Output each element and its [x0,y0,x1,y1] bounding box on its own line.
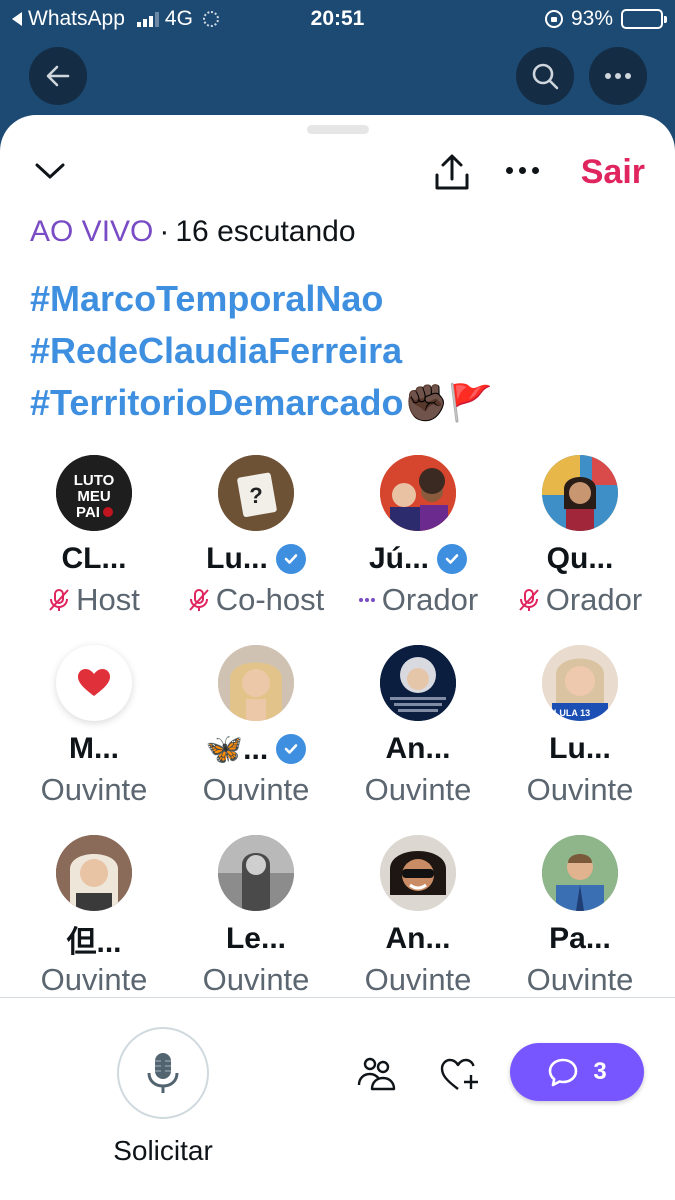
people-icon[interactable] [356,1053,396,1093]
participant-name: Jú... [368,542,429,575]
participant-role: Orador [545,582,643,617]
avatar: ? [218,455,294,531]
microphone-icon [147,1053,179,1093]
bottom-divider [0,997,675,998]
participant[interactable]: Qu... Orador [499,455,661,621]
participant[interactable]: M... Ouvinte [13,645,175,811]
svg-text:MEU: MEU [77,488,110,505]
battery-icon [621,9,667,29]
participant-name: 但... [66,926,122,959]
participant-role: Ouvinte [40,962,148,997]
leave-button[interactable]: Sair [581,153,645,192]
participant-role: Ouvinte [364,962,472,997]
participant-role: Ouvinte [202,772,310,807]
participant[interactable]: 但... Ouvinte [13,835,175,1001]
arrow-left-icon [46,65,70,87]
participant[interactable]: LUTO MEU PAI CL... Host [13,455,175,621]
avatar [380,645,456,721]
verified-badge-icon [276,734,307,764]
live-separator: · [159,215,170,248]
comments-button[interactable]: 3 [510,1043,644,1101]
avatar: LUTO MEU PAI [56,455,132,531]
back-button[interactable] [29,47,87,105]
svg-text:PAI: PAI [76,504,100,521]
participant[interactable]: Le... Ouvinte [175,835,337,1001]
avatar [542,455,618,531]
battery-percent: 93% [570,7,613,30]
svg-text:LUTO: LUTO [74,472,115,489]
avatar [380,455,456,531]
live-label: AO VIVO [30,215,154,248]
participant[interactable]: ? Lu... Co-host [175,455,337,621]
participant-role: Host [76,582,140,617]
participant-name: M... [69,732,119,765]
participant-role: Ouvinte [202,962,310,997]
more-dots-icon [605,73,631,79]
participant-role: Ouvinte [364,772,472,807]
participant[interactable]: An... Ouvinte [337,835,499,1001]
participant-role: Ouvinte [526,772,634,807]
speaking-dots-icon [358,598,375,602]
rotation-lock-icon [544,10,563,28]
avatar [542,835,618,911]
participant-name: An... [385,922,451,955]
avatar [56,835,132,911]
fist-flag-emoji: ✊🏿🚩 [403,382,494,423]
listener-count: 16 escutando [175,215,356,248]
participant[interactable]: Jú... Orador [337,455,499,621]
participant-role: Orador [381,582,479,617]
participant-name: 🦋... [205,732,269,766]
participant-name: Le... [225,922,286,955]
hashtag-link[interactable]: #RedeClaudiaFerreira [30,325,493,377]
search-icon [532,63,559,90]
hashtag-link[interactable]: #TerritorioDemarcado✊🏿🚩 [30,377,493,429]
participant-role: Ouvinte [40,772,148,807]
avatar [218,645,294,721]
svg-text:LULA 13: LULA 13 [554,708,590,718]
participant-name: An... [385,732,451,765]
participant[interactable]: LULA 13 Lu... Ouvinte [499,645,661,811]
participant-role: Co-host [215,582,325,617]
mic-off-icon [188,589,209,611]
verified-badge-icon [275,544,306,574]
heart-reaction-icon [78,669,110,696]
hashtag-link[interactable]: #MarcoTemporalNao [30,273,493,325]
participant-name: Lu... [206,542,268,575]
chevron-down-icon[interactable] [30,155,70,185]
comment-bubble-icon [549,1058,578,1087]
avatar: LULA 13 [542,645,618,721]
status-bar: WhatsApp 4G 20:51 93% [0,0,675,38]
verified-badge-icon [437,544,467,574]
space-title: #MarcoTemporalNao #RedeClaudiaFerreira #… [30,273,493,429]
participant[interactable]: 🦋... Ouvinte [175,645,337,811]
heart-plus-icon[interactable] [440,1055,480,1093]
participant-name: Qu... [546,542,614,575]
mic-off-icon [49,589,69,611]
comments-count: 3 [593,1058,607,1085]
avatar [380,835,456,911]
live-status: AO VIVO · 16 escutando [30,215,356,249]
mic-off-icon [519,589,539,611]
more-options-icon[interactable] [506,167,539,174]
avatar [56,645,132,721]
request-label: Solicitar [113,1135,213,1166]
participant[interactable]: Pa... Ouvinte [499,835,661,1001]
avatar [218,835,294,911]
participant-role: Ouvinte [526,962,634,997]
participant-name: Pa... [549,922,611,955]
svg-text:?: ? [249,483,262,508]
request-to-speak-button[interactable] [117,1027,209,1119]
participant-name: Lu... [549,732,611,765]
share-icon[interactable] [432,153,472,193]
participant-name: CL... [61,542,127,575]
search-button[interactable] [516,47,574,105]
space-sheet: Sair AO VIVO · 16 escutando #MarcoTemporal… [0,115,675,1200]
participant[interactable]: An... Ouvinte [337,645,499,811]
nav-more-button[interactable] [589,47,647,105]
